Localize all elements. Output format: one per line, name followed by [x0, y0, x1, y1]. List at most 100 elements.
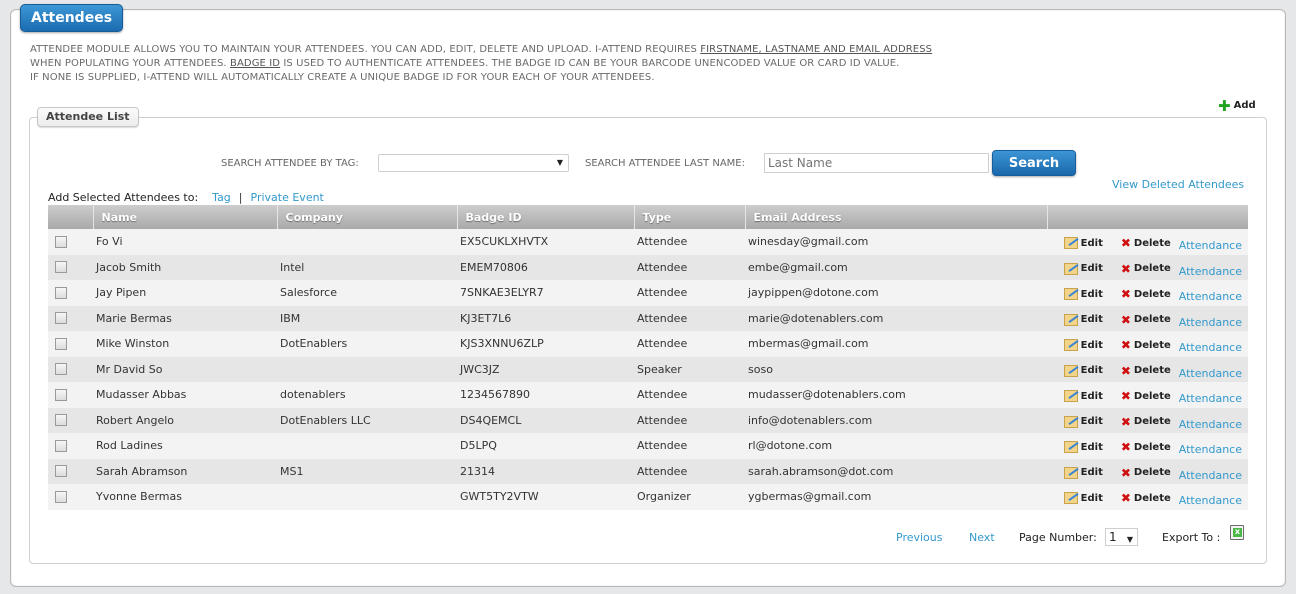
cell-name: Robert Angelo — [96, 413, 174, 427]
row-select-cell — [48, 229, 93, 255]
attendance-link[interactable]: Attendance — [1179, 265, 1242, 278]
add-to-private-event-link[interactable]: Private Event — [251, 191, 324, 204]
edit-button[interactable]: Edit — [1063, 262, 1103, 275]
delete-button[interactable]: ✖ Delete — [1121, 492, 1171, 504]
attendance-link[interactable]: Attendance — [1179, 443, 1242, 456]
cell-email: soso — [748, 362, 773, 376]
column-header-badge-id[interactable]: Badge ID — [456, 205, 634, 229]
view-deleted-attendees-link[interactable]: View Deleted Attendees — [1112, 178, 1244, 191]
cell-email: marie@dotenablers.com — [748, 311, 884, 325]
table-row: Yvonne Bermas GWT5TY2VTW Organizer ygbermas… — [48, 484, 1248, 510]
edit-button[interactable]: Edit — [1063, 390, 1103, 403]
edit-button[interactable]: Edit — [1063, 441, 1103, 454]
edit-button[interactable]: Edit — [1063, 339, 1103, 352]
cell-actions: Edit ✖ Delete Attendance — [1047, 280, 1248, 306]
attendance-link[interactable]: Attendance — [1179, 494, 1242, 507]
last-name-search-input[interactable] — [764, 153, 989, 173]
cell-type: Attendee — [637, 286, 688, 300]
delete-button[interactable]: ✖ Delete — [1121, 288, 1171, 300]
search-button[interactable]: Search — [992, 150, 1076, 176]
row-checkbox[interactable] — [55, 312, 67, 325]
row-checkbox[interactable] — [55, 490, 67, 503]
row-checkbox[interactable] — [55, 363, 67, 376]
next-page-link[interactable]: Next — [969, 531, 995, 544]
delete-button[interactable]: ✖ Delete — [1121, 365, 1171, 377]
delete-button[interactable]: ✖ Delete — [1121, 441, 1171, 453]
row-checkbox[interactable] — [55, 414, 67, 427]
cell-badge-id: 7SNKAE3ELYR7 — [460, 286, 544, 300]
edit-icon — [1063, 339, 1078, 352]
column-header-email[interactable]: Email Address — [744, 205, 1047, 229]
delete-x-icon: ✖ — [1120, 236, 1131, 251]
cell-company: Salesforce — [280, 286, 337, 300]
edit-icon — [1063, 466, 1078, 479]
table-row: Robert Angelo DotEnablers LLC DS4QEMCL Atte… — [48, 407, 1248, 433]
cell-badge-id: 21314 — [460, 464, 495, 478]
edit-button[interactable]: Edit — [1063, 466, 1103, 479]
attendance-link[interactable]: Attendance — [1179, 469, 1242, 482]
edit-button[interactable]: Edit — [1063, 288, 1103, 301]
edit-button[interactable]: Edit — [1063, 364, 1103, 377]
excel-export-icon[interactable] — [1230, 525, 1244, 540]
delete-button[interactable]: ✖ Delete — [1120, 338, 1171, 353]
intro-line: ATTENDEE MODULE ALLOWS YOU TO MAINTAIN Y… — [30, 44, 933, 55]
search-by-tag-select[interactable]: ▼ — [378, 154, 569, 172]
cell-type: Attendee — [637, 439, 688, 453]
attendance-link[interactable]: Attendance — [1179, 341, 1242, 354]
edit-icon — [1063, 390, 1078, 403]
add-attendee-button[interactable]: ✚ Add — [1218, 98, 1256, 113]
delete-button[interactable]: ✖ Delete — [1121, 390, 1171, 402]
cell-actions: Edit ✖ Delete Attendance — [1047, 255, 1248, 281]
delete-button[interactable]: ✖ Delete — [1120, 465, 1171, 480]
delete-button[interactable]: ✖ Delete — [1121, 263, 1171, 275]
cell-type: Attendee — [637, 413, 688, 427]
row-checkbox[interactable] — [55, 465, 67, 478]
edit-icon — [1063, 313, 1078, 326]
page-number-select[interactable]: 1 ▼ — [1105, 528, 1138, 546]
cell-type: Organizer — [637, 490, 691, 504]
column-header-name[interactable]: Name — [92, 205, 277, 229]
cell-name: Mudasser Abbas — [96, 388, 187, 402]
cell-name: Rod Ladines — [96, 439, 163, 453]
edit-button[interactable]: Edit — [1063, 237, 1103, 250]
cell-badge-id: KJS3XNNU6ZLP — [460, 337, 544, 351]
row-checkbox[interactable] — [55, 439, 67, 452]
edit-icon — [1063, 288, 1078, 301]
delete-x-icon: ✖ — [1120, 312, 1131, 327]
delete-button[interactable]: ✖ Delete — [1120, 312, 1171, 327]
column-header-company[interactable]: Company — [276, 205, 457, 229]
row-checkbox[interactable] — [55, 388, 67, 401]
attendance-link[interactable]: Attendance — [1179, 367, 1242, 380]
delete-x-icon: ✖ — [1120, 338, 1131, 353]
attendance-link[interactable]: Attendance — [1179, 290, 1242, 303]
cell-actions: Edit ✖ Delete Attendance — [1047, 331, 1248, 357]
edit-button[interactable]: Edit — [1063, 313, 1103, 326]
delete-x-icon: ✖ — [1120, 465, 1131, 480]
attendance-link[interactable]: Attendance — [1179, 418, 1242, 431]
cell-company: DotEnablers — [280, 337, 348, 351]
column-header-actions — [1046, 205, 1248, 229]
previous-page-link[interactable]: Previous — [896, 531, 943, 544]
delete-button[interactable]: ✖ Delete — [1120, 236, 1171, 251]
edit-button[interactable]: Edit — [1063, 492, 1103, 505]
column-header-type[interactable]: Type — [633, 205, 745, 229]
edit-button[interactable]: Edit — [1063, 415, 1103, 428]
search-last-name-label: SEARCH ATTENDEE LAST NAME: — [585, 158, 745, 169]
column-header-select — [48, 205, 93, 229]
row-checkbox[interactable] — [55, 235, 67, 248]
row-checkbox[interactable] — [55, 286, 67, 299]
cell-email: winesday@gmail.com — [748, 235, 869, 249]
attendance-link[interactable]: Attendance — [1179, 316, 1242, 329]
row-checkbox[interactable] — [55, 337, 67, 350]
cell-badge-id: KJ3ET7L6 — [460, 311, 512, 325]
delete-button[interactable]: ✖ Delete — [1121, 416, 1171, 428]
cell-email: embe@gmail.com — [748, 260, 848, 274]
attendance-link[interactable]: Attendance — [1179, 239, 1242, 252]
add-to-tag-link[interactable]: Tag — [212, 191, 231, 204]
search-by-tag-label: SEARCH ATTENDEE BY TAG: — [221, 158, 359, 169]
attendance-link[interactable]: Attendance — [1179, 392, 1242, 405]
row-checkbox[interactable] — [55, 261, 67, 274]
table-row: Mudasser Abbas dotenablers 1234567890 Atten… — [48, 382, 1248, 408]
cell-name: Mr David So — [96, 362, 163, 376]
row-select-cell — [48, 255, 93, 281]
